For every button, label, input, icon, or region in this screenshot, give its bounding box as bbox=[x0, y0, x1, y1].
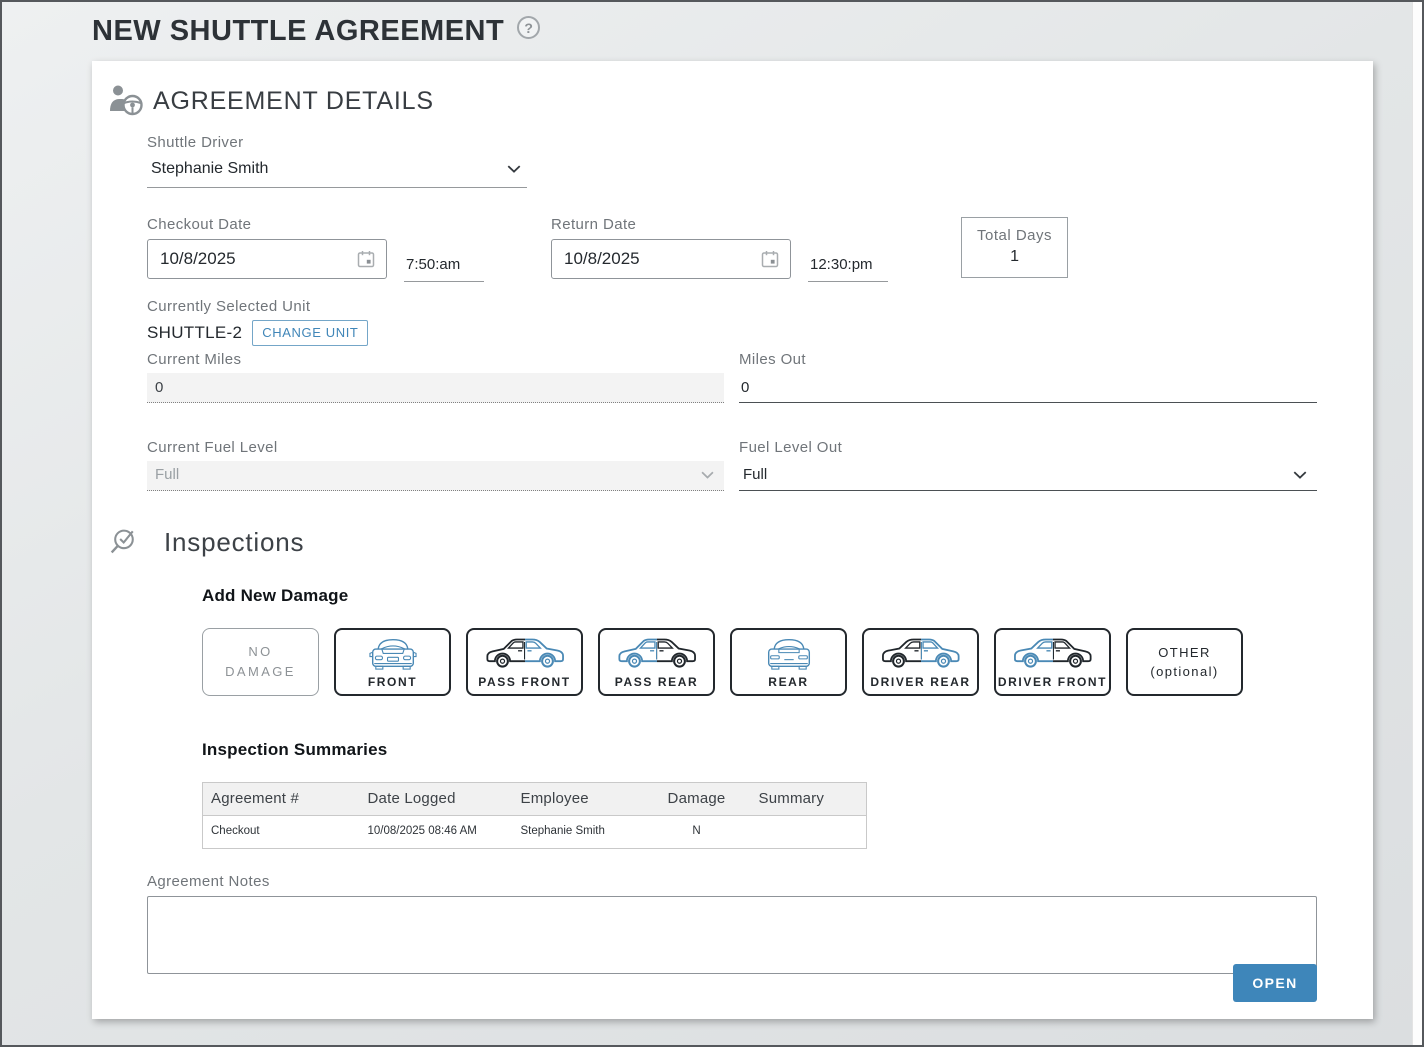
agreement-card: AGREEMENT DETAILS Shuttle Driver Stephan… bbox=[92, 61, 1373, 1019]
agreement-notes-textarea[interactable] bbox=[147, 896, 1317, 974]
inspections-header: Inspections bbox=[109, 527, 1373, 558]
add-new-damage-title: Add New Damage bbox=[202, 586, 1326, 606]
return-date-label: Return Date bbox=[551, 216, 791, 233]
damage-button-driver-rear[interactable]: DRIVER REAR bbox=[862, 628, 979, 696]
current-fuel-select: Full bbox=[147, 461, 724, 491]
damage-button-pass-front[interactable]: PASS FRONT bbox=[466, 628, 583, 696]
return-date-value: 10/8/2025 bbox=[564, 249, 640, 269]
damage-button-label: PASS REAR bbox=[615, 675, 699, 689]
current-fuel-label: Current Fuel Level bbox=[147, 439, 724, 456]
damage-button-no-damage[interactable]: NO DAMAGE bbox=[202, 628, 319, 696]
calendar-icon[interactable] bbox=[356, 249, 376, 269]
column-header-agreement: Agreement # bbox=[203, 783, 360, 816]
checkout-time-input[interactable]: 7:50:am bbox=[404, 256, 484, 282]
column-header-damage: Damage bbox=[643, 783, 751, 816]
inspection-magnifier-check-icon bbox=[109, 527, 140, 558]
cell-damage: N bbox=[643, 816, 751, 849]
calendar-icon[interactable] bbox=[760, 249, 780, 269]
return-date-input[interactable]: 10/8/2025 bbox=[551, 239, 791, 279]
damage-button-label: FRONT bbox=[368, 675, 417, 689]
cell-date-logged: 10/08/2025 08:46 AM bbox=[360, 816, 513, 849]
inspection-summaries-table: Agreement # Date Logged Employee Damage … bbox=[202, 782, 867, 849]
checkout-date-label: Checkout Date bbox=[147, 216, 387, 233]
car-front-icon bbox=[368, 635, 418, 671]
car-side-driver-front-icon bbox=[1012, 635, 1094, 671]
current-fuel-value: Full bbox=[155, 466, 179, 483]
damage-button-label: OTHER(optional) bbox=[1150, 643, 1218, 682]
damage-button-pass-rear[interactable]: PASS REAR bbox=[598, 628, 715, 696]
damage-button-label: DRIVER REAR bbox=[870, 675, 970, 689]
damage-button-other[interactable]: OTHER(optional) bbox=[1126, 628, 1243, 696]
fuel-out-label: Fuel Level Out bbox=[739, 439, 1317, 456]
inspection-summaries-title: Inspection Summaries bbox=[202, 740, 1326, 760]
damage-button-front[interactable]: FRONT bbox=[334, 628, 451, 696]
miles-out-label: Miles Out bbox=[739, 351, 1317, 368]
shuttle-driver-select[interactable]: Stephanie Smith bbox=[147, 153, 527, 188]
car-side-driver-rear-icon bbox=[880, 635, 962, 671]
open-button[interactable]: OPEN bbox=[1233, 964, 1317, 1002]
chevron-down-icon bbox=[507, 165, 521, 173]
help-icon[interactable]: ? bbox=[517, 16, 540, 39]
damage-button-label: PASS FRONT bbox=[478, 675, 570, 689]
driver-icon bbox=[107, 84, 147, 118]
chevron-down-icon bbox=[701, 471, 714, 479]
table-row[interactable]: Checkout 10/08/2025 08:46 AM Stephanie S… bbox=[203, 816, 867, 849]
return-time-input[interactable]: 12:30:pm bbox=[808, 256, 888, 282]
current-miles-label: Current Miles bbox=[147, 351, 724, 368]
inspections-title: Inspections bbox=[164, 527, 304, 558]
total-days-label: Total Days bbox=[977, 227, 1052, 244]
agreement-details-title: AGREEMENT DETAILS bbox=[153, 87, 434, 116]
miles-out-input[interactable] bbox=[739, 373, 1317, 403]
damage-button-label: DRIVER FRONT bbox=[998, 675, 1107, 689]
column-header-date-logged: Date Logged bbox=[360, 783, 513, 816]
page-header: NEW SHUTTLE AGREEMENT ? bbox=[2, 2, 1422, 48]
fuel-out-value: Full bbox=[743, 466, 767, 483]
cell-agreement: Checkout bbox=[203, 816, 360, 849]
change-unit-button[interactable]: CHANGE UNIT bbox=[252, 320, 368, 346]
column-header-employee: Employee bbox=[513, 783, 643, 816]
selected-unit-label: Currently Selected Unit bbox=[147, 298, 1318, 315]
return-time-value: 12:30:pm bbox=[810, 256, 873, 273]
page-title: NEW SHUTTLE AGREEMENT bbox=[92, 15, 504, 48]
car-side-pass-front-icon bbox=[484, 635, 566, 671]
chevron-down-icon bbox=[1293, 471, 1307, 479]
damage-button-label: REAR bbox=[768, 675, 808, 689]
selected-unit-value: SHUTTLE-2 bbox=[147, 323, 242, 343]
current-miles-input bbox=[147, 373, 724, 403]
agreement-details-header: AGREEMENT DETAILS bbox=[107, 84, 1373, 118]
checkout-time-value: 7:50:am bbox=[406, 256, 460, 273]
cell-employee: Stephanie Smith bbox=[513, 816, 643, 849]
car-side-pass-rear-icon bbox=[616, 635, 698, 671]
checkout-date-value: 10/8/2025 bbox=[160, 249, 236, 269]
total-days-value: 1 bbox=[977, 248, 1052, 266]
damage-button-label: NO DAMAGE bbox=[215, 642, 307, 682]
shuttle-driver-label: Shuttle Driver bbox=[147, 134, 1318, 151]
shuttle-driver-value: Stephanie Smith bbox=[151, 160, 268, 178]
table-header-row: Agreement # Date Logged Employee Damage … bbox=[203, 783, 867, 816]
car-rear-icon bbox=[764, 635, 814, 671]
cell-summary bbox=[751, 816, 867, 849]
agreement-notes-label: Agreement Notes bbox=[147, 873, 1318, 890]
damage-button-row: NO DAMAGE FRONT PASS FRONT PASS REAR bbox=[202, 628, 1326, 696]
fuel-out-select[interactable]: Full bbox=[739, 461, 1317, 491]
damage-button-rear[interactable]: REAR bbox=[730, 628, 847, 696]
total-days-box: Total Days 1 bbox=[961, 217, 1068, 278]
column-header-summary: Summary bbox=[751, 783, 867, 816]
checkout-date-input[interactable]: 10/8/2025 bbox=[147, 239, 387, 279]
damage-button-driver-front[interactable]: DRIVER FRONT bbox=[994, 628, 1111, 696]
scrollbar-track[interactable] bbox=[1412, 2, 1422, 1045]
